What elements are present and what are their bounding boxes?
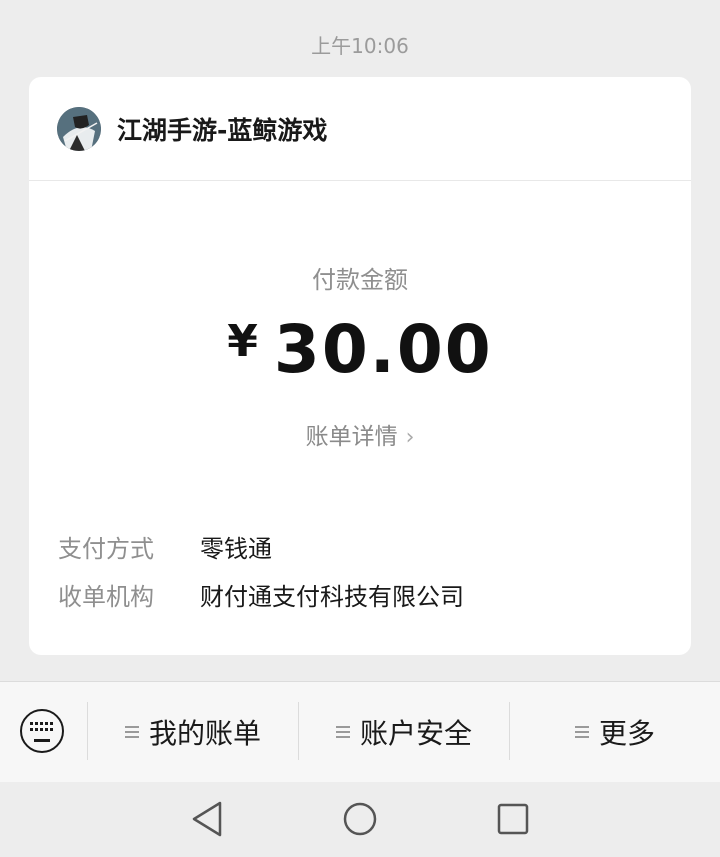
amount-value: 30.00: [273, 311, 493, 388]
home-circle-icon[interactable]: [342, 800, 378, 842]
back-triangle-icon[interactable]: [190, 800, 224, 842]
bill-details-link[interactable]: 账单详情 ›: [29, 417, 691, 451]
message-timestamp: 上午10:06: [311, 34, 409, 58]
currency-symbol: ¥: [227, 316, 260, 367]
acquirer-row: 收单机构 财付通支付科技有限公司: [58, 577, 464, 612]
keyboard-icon[interactable]: [20, 709, 64, 753]
menu-my-bills[interactable]: 我的账单: [88, 682, 298, 782]
menu-label: 账户安全: [359, 717, 472, 750]
merchant-name: 江湖手游-蓝鲸游戏: [117, 115, 328, 145]
payment-amount: ¥30.00: [29, 311, 691, 388]
menu-icon: [574, 726, 589, 738]
menu-label: 更多: [598, 717, 655, 750]
menu-more[interactable]: 更多: [510, 682, 720, 782]
merchant-header[interactable]: 江湖手游-蓝鲸游戏: [29, 77, 691, 181]
payment-method-row: 支付方式 零钱通: [58, 529, 272, 564]
menu-label: 我的账单: [148, 717, 261, 750]
system-nav-bar: [0, 782, 720, 857]
bill-details-label: 账单详情: [305, 424, 398, 450]
recents-square-icon[interactable]: [496, 800, 530, 842]
menu-icon: [124, 726, 139, 738]
amount-label: 付款金额: [312, 266, 408, 294]
chevron-right-icon: ›: [405, 425, 415, 450]
info-key: 收单机构: [58, 583, 154, 611]
menu-account-security[interactable]: 账户安全: [299, 682, 509, 782]
info-value: 零钱通: [200, 535, 272, 563]
info-value: 财付通支付科技有限公司: [200, 583, 464, 611]
bottom-menu-bar: 我的账单 账户安全 更多: [0, 681, 720, 782]
menu-icon: [335, 726, 350, 738]
payment-card[interactable]: 江湖手游-蓝鲸游戏 付款金额 ¥30.00 账单详情 › 支付方式 零钱通 收单机…: [29, 77, 691, 655]
info-key: 支付方式: [58, 535, 154, 563]
merchant-avatar: [57, 106, 101, 151]
